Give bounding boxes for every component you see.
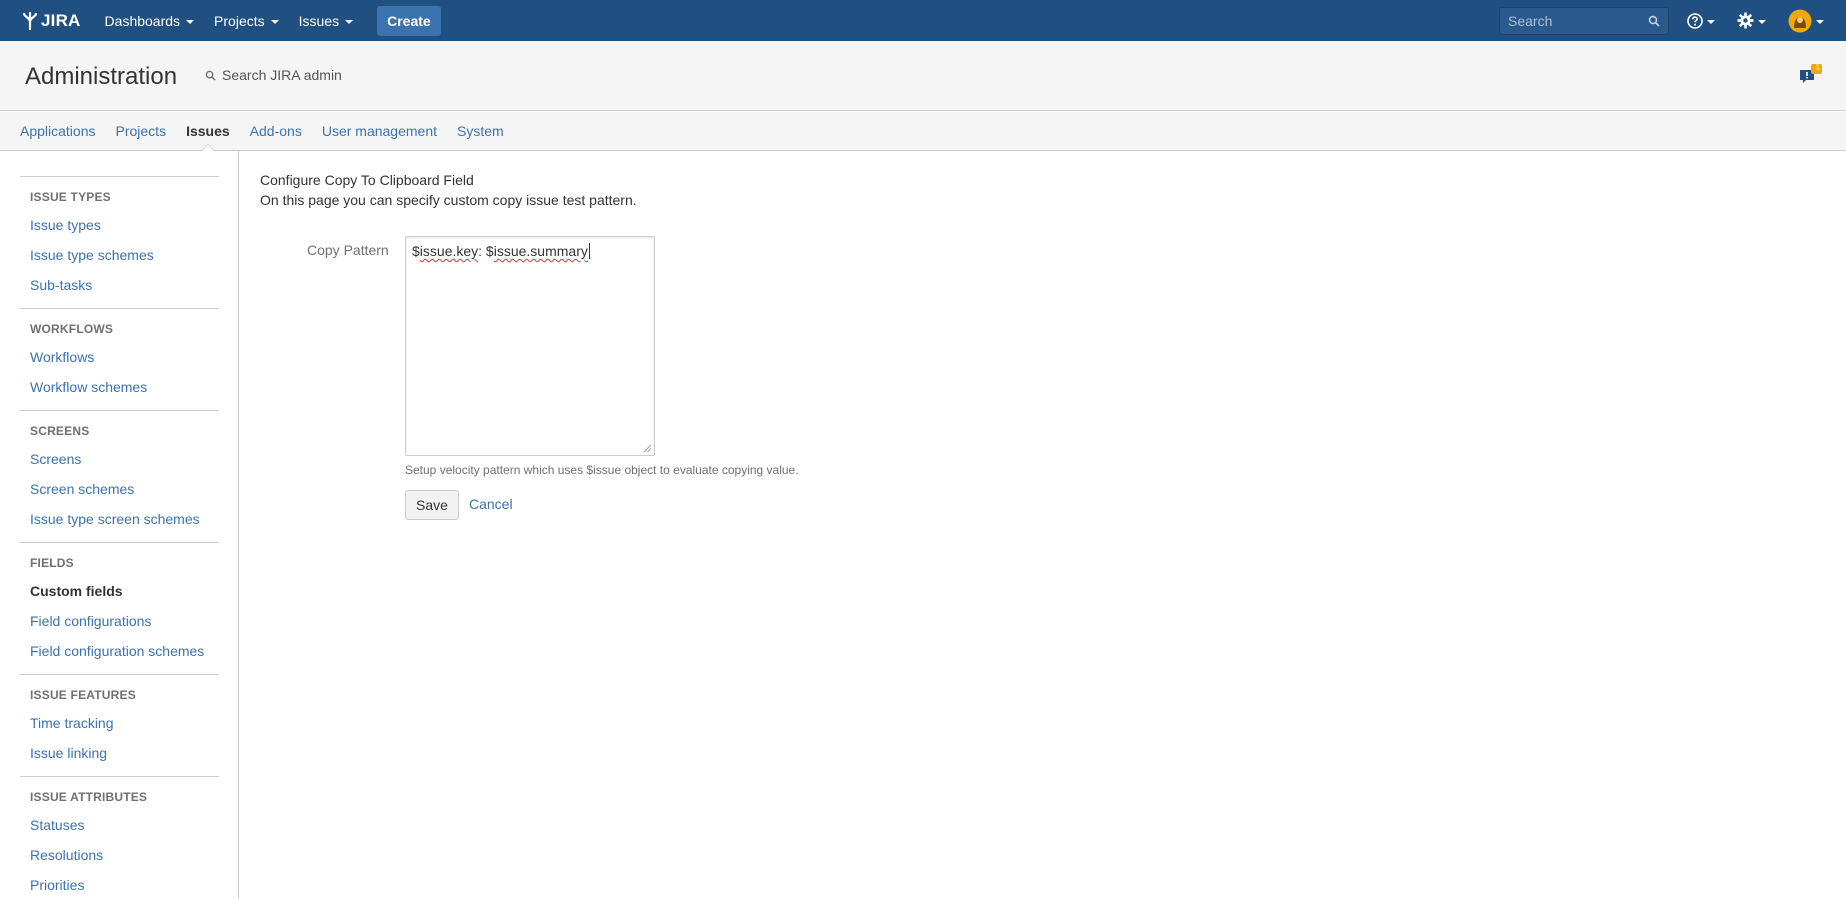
copy-pattern-textarea[interactable]: $issue.key: $issue.summary (405, 236, 655, 456)
projects-menu-label: Projects (214, 12, 265, 29)
chevron-down-icon (1816, 19, 1824, 24)
sidebar-section-issue-features: ISSUE FEATURES Time tracking Issue linki… (20, 674, 219, 776)
admin-search[interactable]: Search JIRA admin (205, 67, 342, 83)
sidebar-section-screens: SCREENS Screens Screen schemes Issue typ… (20, 410, 219, 542)
sidebar-item-issue-linking[interactable]: Issue linking (30, 738, 219, 768)
sidebar-section-workflows: WORKFLOWS Workflows Workflow schemes (20, 308, 219, 410)
sidebar-item-resolutions[interactable]: Resolutions (30, 840, 219, 870)
sidebar-item-time-tracking[interactable]: Time tracking (30, 708, 219, 738)
copy-pattern-hint: Setup velocity pattern which uses $issue… (405, 463, 799, 477)
sidebar-heading: ISSUE TYPES (30, 190, 111, 204)
dashboards-menu[interactable]: Dashboards (95, 0, 205, 41)
sidebar-item-screens[interactable]: Screens (30, 444, 219, 474)
issues-menu-label: Issues (298, 12, 340, 29)
pattern-part: issue.summary (493, 243, 588, 259)
tab-issues[interactable]: Issues (186, 112, 230, 152)
sidebar-item-issue-type-screen-schemes[interactable]: Issue type screen schemes (30, 504, 219, 534)
sidebar-item-field-configurations[interactable]: Field configurations (30, 606, 219, 636)
save-button[interactable]: Save (405, 490, 459, 520)
sidebar-item-screen-schemes[interactable]: Screen schemes (30, 474, 219, 504)
admin-search-label: Search JIRA admin (222, 67, 342, 83)
chevron-down-icon (270, 19, 279, 24)
sidebar-item-issue-types[interactable]: Issue types (30, 210, 219, 240)
form-description: On this page you can specify custom copy… (260, 192, 637, 208)
issues-menu[interactable]: Issues (289, 0, 363, 41)
top-header: JIRA Dashboards Projects Issues Create (0, 0, 1846, 41)
chevron-down-icon (345, 19, 354, 24)
sidebar-heading: WORKFLOWS (30, 322, 114, 336)
sidebar-item-custom-fields[interactable]: Custom fields (30, 576, 219, 606)
sidebar-heading: FIELDS (30, 556, 74, 570)
form-title: Configure Copy To Clipboard Field (260, 172, 474, 188)
help-icon (1687, 12, 1703, 29)
sidebar-item-field-configuration-schemes[interactable]: Field configuration schemes (30, 636, 219, 666)
search-icon[interactable] (1648, 15, 1660, 27)
tab-user-management[interactable]: User management (322, 112, 437, 151)
quick-search (1499, 6, 1669, 35)
chevron-down-icon (186, 19, 195, 24)
sidebar-item-priorities[interactable]: Priorities (30, 870, 219, 899)
chevron-down-icon (1758, 19, 1766, 24)
sidebar-section-issue-attributes: ISSUE ATTRIBUTES Statuses Resolutions Pr… (20, 776, 219, 899)
sidebar-heading: ISSUE FEATURES (30, 688, 136, 702)
feedback-button[interactable]: 1 (1798, 63, 1822, 89)
pattern-part: $ (412, 243, 420, 259)
quick-search-input[interactable] (1500, 7, 1668, 34)
sidebar-item-issue-type-schemes[interactable]: Issue type schemes (30, 240, 219, 270)
sidebar-heading: ISSUE ATTRIBUTES (30, 790, 148, 804)
copy-pattern-label: Copy Pattern (307, 242, 389, 258)
avatar (1788, 9, 1812, 32)
search-icon (205, 70, 216, 81)
logo-text: JIRA (41, 10, 81, 30)
sidebar-item-workflow-schemes[interactable]: Workflow schemes (30, 372, 219, 402)
projects-menu[interactable]: Projects (204, 0, 289, 41)
sidebar-item-workflows[interactable]: Workflows (30, 342, 219, 372)
admin-sidebar: ISSUE TYPES Issue types Issue type schem… (0, 151, 239, 899)
jira-logo[interactable]: JIRA (20, 0, 81, 41)
tab-applications[interactable]: Applications (20, 112, 96, 151)
sidebar-item-statuses[interactable]: Statuses (30, 810, 219, 840)
resize-handle-icon[interactable] (642, 443, 652, 453)
sidebar-item-sub-tasks[interactable]: Sub-tasks (30, 270, 219, 300)
admin-header: Administration Search JIRA admin 1 (0, 41, 1846, 111)
sidebar-section-fields: FIELDS Custom fields Field configuration… (20, 542, 219, 674)
tab-projects[interactable]: Projects (116, 112, 167, 151)
chevron-down-icon (1707, 19, 1715, 24)
header-right (1499, 0, 1846, 41)
admin-tabs: Applications Projects Issues Add-ons Use… (0, 112, 1846, 152)
text-cursor (588, 243, 590, 259)
top-nav: Dashboards Projects Issues Create (95, 0, 441, 41)
sidebar-section-issue-types: ISSUE TYPES Issue types Issue type schem… (20, 176, 219, 308)
tab-system[interactable]: System (457, 112, 504, 151)
tab-add-ons[interactable]: Add-ons (250, 112, 302, 151)
jira-logo-icon (22, 11, 38, 30)
page-title: Administration (25, 63, 178, 90)
dashboards-menu-label: Dashboards (104, 12, 181, 29)
user-menu[interactable] (1788, 9, 1824, 33)
help-menu[interactable] (1687, 12, 1715, 29)
notification-count: 1 (1815, 63, 1820, 72)
sidebar-heading: SCREENS (30, 424, 90, 438)
gear-icon (1737, 12, 1754, 29)
settings-menu[interactable] (1737, 12, 1766, 29)
pattern-part: issue.key (419, 243, 479, 259)
pattern-part: : $ (478, 243, 494, 259)
create-button[interactable]: Create (377, 5, 441, 36)
cancel-link[interactable]: Cancel (469, 496, 513, 512)
